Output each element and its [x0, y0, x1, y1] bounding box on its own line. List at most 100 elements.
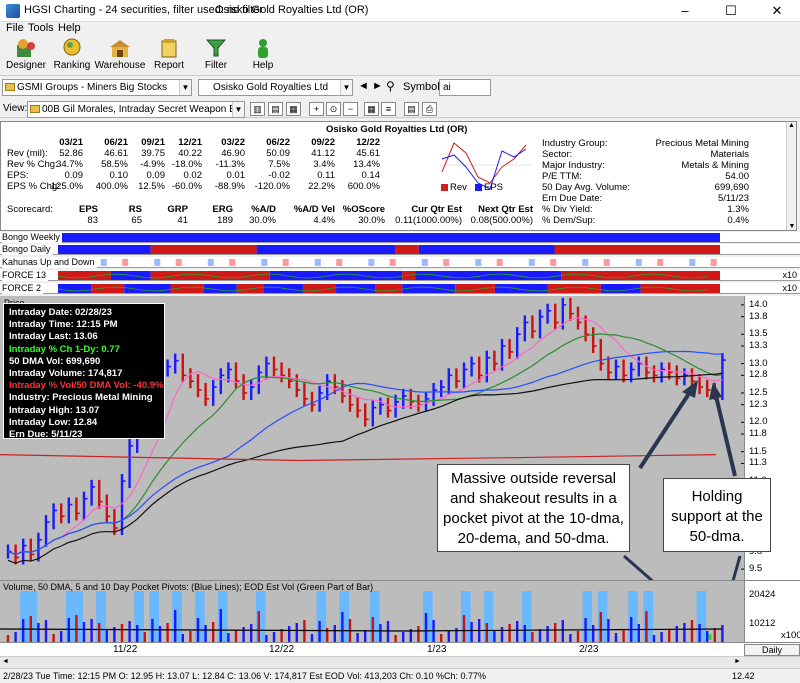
- next-security-icon[interactable]: ►: [372, 80, 383, 92]
- bar-settings-icon[interactable]: ▤: [268, 102, 283, 116]
- view-label: View:: [3, 103, 28, 114]
- zoom-fit-icon[interactable]: ⊙: [326, 102, 341, 116]
- strip-scale: x10: [782, 283, 797, 293]
- info-value: Precious Metal Mining: [655, 138, 749, 149]
- fundamentals-scrollbar[interactable]: ▲ ▼: [786, 122, 796, 230]
- kahuna-marker: [689, 259, 696, 266]
- report-icon: [161, 39, 177, 58]
- pocket-pivot-highlight: [195, 591, 205, 643]
- horizontal-scrollbar[interactable]: ◄ ►: [0, 656, 800, 668]
- report-button[interactable]: Report: [143, 36, 195, 74]
- symbol-input[interactable]: ai: [439, 79, 491, 96]
- strip-segment: [58, 271, 111, 280]
- strip-segment: [455, 284, 495, 293]
- strip-segment: [58, 284, 92, 293]
- y-tick-label: 12.3: [749, 398, 768, 410]
- previous-security-icon[interactable]: ◄: [358, 80, 369, 92]
- pocket-pivot-highlight: [582, 591, 593, 643]
- strip-segment: [375, 284, 403, 293]
- grid-icon[interactable]: ▦: [364, 102, 379, 116]
- warehouse-button[interactable]: Warehouse: [94, 36, 146, 74]
- info-value: Metals & Mining: [681, 160, 749, 171]
- callout-outside-reversal: Massive outside reversal and shakeout re…: [437, 464, 630, 552]
- row-value: 13.4%: [353, 159, 380, 170]
- scorecard-value: 0.08(500.00%): [470, 215, 533, 226]
- ranking-icon: [63, 38, 81, 56]
- eps-legend-label: EPS: [484, 182, 504, 193]
- group-select[interactable]: GSMI Groups - Miners Big Stocks ▼: [2, 79, 192, 96]
- y-tick-label: 13.8: [749, 310, 768, 322]
- folder-icon: [5, 83, 15, 91]
- menu-help[interactable]: Help: [58, 22, 81, 34]
- strip-segment: [269, 271, 403, 280]
- view-select[interactable]: 00B Gil Morales, Intraday Secret Weapon …: [27, 101, 245, 118]
- scroll-right-icon[interactable]: ►: [734, 658, 741, 665]
- row-value: 0.14: [361, 170, 381, 181]
- maximize-button[interactable]: ☐: [708, 0, 754, 22]
- scroll-left-icon[interactable]: ◄: [2, 658, 9, 665]
- pocket-pivot-highlight: [255, 591, 266, 643]
- period-icon[interactable]: ▦: [286, 102, 301, 116]
- pocket-pivot-highlight: [134, 591, 144, 643]
- scorecard-header: Next Qtr Est: [478, 204, 533, 215]
- ranking-button[interactable]: Ranking: [46, 36, 98, 74]
- chart-type-icon[interactable]: ▥: [250, 102, 265, 116]
- view-bar: View: 00B Gil Morales, Intraday Secret W…: [0, 100, 800, 118]
- kahuna-marker: [582, 259, 589, 266]
- pocket-pivot-highlight: [369, 591, 380, 643]
- intraday-info-line: Intraday Last: 13.06: [9, 331, 98, 343]
- close-button[interactable]: ✕: [754, 0, 800, 22]
- intraday-info-line: Intraday Date: 02/28/23: [9, 307, 112, 318]
- security-select[interactable]: Osisko Gold Royalties Ltd ▼: [198, 79, 353, 96]
- binoculars-icon[interactable]: ⚲: [386, 79, 395, 93]
- period-select[interactable]: Daily: [744, 644, 800, 656]
- zoom-out-icon[interactable]: −: [343, 102, 358, 116]
- chart-icon[interactable]: ▤: [404, 102, 419, 116]
- strip-segment: [91, 284, 125, 293]
- designer-button[interactable]: Designer: [0, 36, 52, 74]
- rev-legend-label: Rev: [450, 182, 467, 193]
- volume-chart[interactable]: Volume, 50 DMA, 5 and 10 Day Pocket Pivo…: [0, 580, 800, 643]
- warehouse-icon: [110, 40, 130, 57]
- info-value: 0.4%: [727, 215, 749, 226]
- zoom-in-icon[interactable]: +: [309, 102, 324, 116]
- strip-bars: [58, 245, 720, 254]
- pocket-pivot-highlight: [339, 591, 349, 643]
- minimize-button[interactable]: –: [662, 0, 708, 22]
- strip-segment: [395, 245, 419, 254]
- kahuna-marker: [261, 259, 268, 266]
- menu-file[interactable]: File: [6, 22, 24, 34]
- info-label: Major Industry:: [542, 160, 605, 171]
- y-tick-label: 13.3: [749, 339, 768, 351]
- pocket-pivot-highlight: [628, 591, 638, 643]
- row-value: 45.61: [356, 148, 380, 159]
- menu-tools[interactable]: Tools: [28, 22, 54, 34]
- info-value: 1.3%: [727, 204, 749, 215]
- filter-button[interactable]: Filter: [190, 36, 242, 74]
- strip-segment: [150, 245, 257, 254]
- volume-50dma-line: [0, 628, 723, 632]
- kahuna-marker: [421, 259, 428, 266]
- indicator-strip: Bongo Daily: [0, 244, 800, 255]
- list-icon[interactable]: ≡: [381, 102, 396, 116]
- indicator-strip: FORCE 13 x10: [0, 270, 800, 281]
- quarter-header: 09/22: [311, 137, 335, 148]
- strip-segment: [418, 245, 555, 254]
- eps-legend-swatch: [475, 184, 482, 191]
- pocket-pivot-highlight: [461, 591, 471, 643]
- y-tick-label: 9.5: [749, 563, 763, 575]
- chevron-down-icon: ▼: [232, 102, 244, 117]
- strip-label: FORCE 13: [2, 270, 49, 281]
- strip-bars: [68, 259, 717, 266]
- info-label: 50 Day Avg. Volume:: [542, 182, 631, 193]
- strip-label: Kahunas Up and Down: [2, 257, 97, 268]
- date-tick: 2/23: [579, 644, 599, 655]
- title-bar: HGSI Charting - 24 securities, filter us…: [0, 0, 800, 22]
- strip-segment: [236, 284, 264, 293]
- kahuna-marker: [282, 259, 289, 266]
- volume-y-axis: 20424 10212 x100: [744, 581, 800, 642]
- quarter-header: 12/21: [178, 137, 202, 148]
- print-icon[interactable]: ⎙: [422, 102, 437, 116]
- status-bar: 2/28/23 Tue Time: 12:15 PM O: 12.95 H: 1…: [0, 668, 800, 683]
- help-button[interactable]: Help: [237, 36, 289, 74]
